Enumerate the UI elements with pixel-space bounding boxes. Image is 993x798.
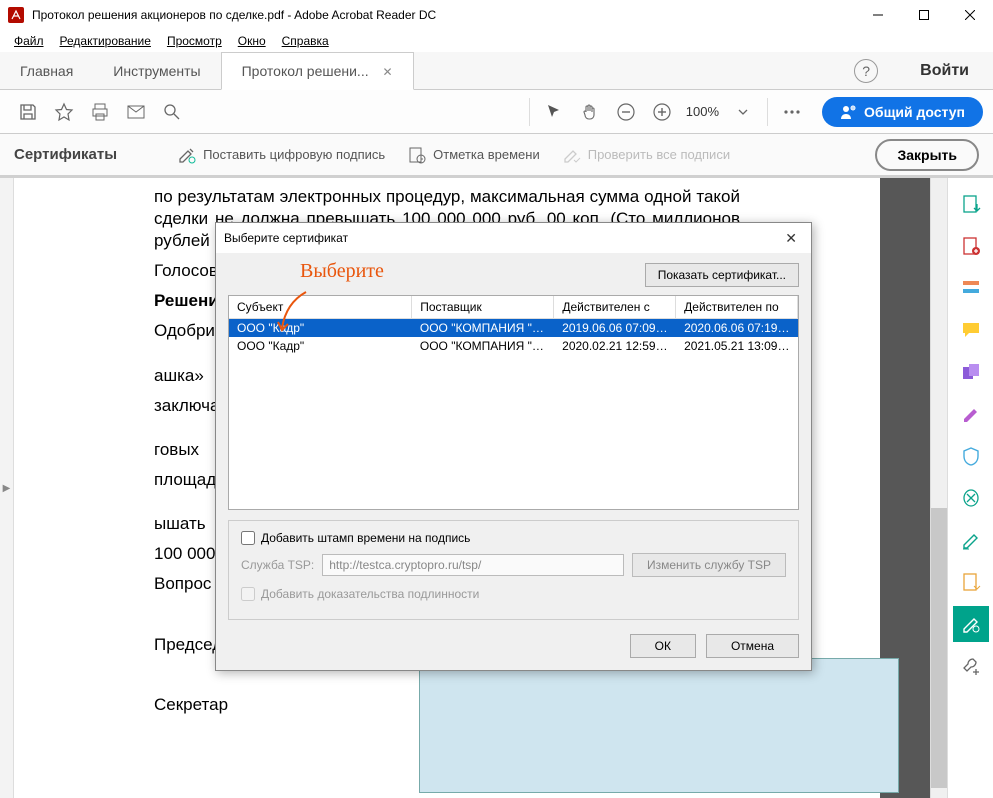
signature-placement-box[interactable] — [419, 658, 899, 793]
zoom-level[interactable]: 100% — [686, 104, 719, 119]
sign-icon[interactable] — [953, 522, 989, 558]
timestamp-icon — [407, 145, 427, 165]
left-panel-toggle[interactable]: ▶ — [0, 178, 14, 798]
cancel-button[interactable]: Отмена — [706, 634, 799, 658]
window-title-bar: Протокол решения акционеров по сделке.pd… — [0, 0, 993, 30]
select-certificate-dialog: Выберите сертификат ✕ Показать сертифика… — [215, 222, 812, 671]
zoom-in-icon[interactable] — [644, 94, 680, 130]
help-icon[interactable]: ? — [854, 59, 878, 83]
mail-icon[interactable] — [118, 94, 154, 130]
tsp-group: Добавить штамп времени на подпись Служба… — [228, 520, 799, 620]
col-valid-from[interactable]: Действителен с — [554, 296, 676, 319]
certificate-row[interactable]: ООО "Кадр" ООО "КОМПАНИЯ "ТЕН... 2020.02… — [229, 337, 798, 355]
send-sign-icon[interactable] — [953, 564, 989, 600]
zoom-out-icon[interactable] — [608, 94, 644, 130]
ok-button[interactable]: ОК — [630, 634, 696, 658]
col-subject[interactable]: Субъект — [229, 296, 412, 319]
col-valid-to[interactable]: Действителен по — [676, 296, 798, 319]
show-certificate-button[interactable]: Показать сертификат... — [645, 263, 799, 287]
certificates-tool-icon[interactable] — [953, 606, 989, 642]
zoom-dropdown-icon[interactable] — [725, 94, 761, 130]
timestamp-button[interactable]: Отметка времени — [407, 145, 540, 165]
pen-sign-icon — [177, 145, 197, 165]
vertical-scrollbar[interactable] — [930, 178, 947, 798]
menu-view[interactable]: Просмотр — [159, 32, 230, 50]
menu-bar: Файл Редактирование Просмотр Окно Справк… — [0, 30, 993, 52]
change-tsp-button: Изменить службу TSP — [632, 553, 786, 577]
add-proof-checkbox — [241, 587, 255, 601]
tab-close-icon[interactable]: ✕ — [382, 65, 392, 79]
tab-tools[interactable]: Инструменты — [93, 53, 220, 89]
search-icon[interactable] — [154, 94, 190, 130]
select-tool-icon[interactable] — [536, 94, 572, 130]
menu-help[interactable]: Справка — [274, 32, 337, 50]
window-title: Протокол решения акционеров по сделке.pd… — [32, 8, 855, 22]
add-proof-label: Добавить доказательства подлинности — [261, 587, 479, 601]
print-icon[interactable] — [82, 94, 118, 130]
edit-pdf-icon[interactable] — [953, 270, 989, 306]
fill-sign-icon[interactable] — [953, 396, 989, 432]
verify-signatures-button: Проверить все подписи — [562, 145, 730, 165]
save-icon[interactable] — [10, 94, 46, 130]
window-controls — [855, 0, 993, 30]
share-button[interactable]: Общий доступ — [822, 97, 983, 127]
right-tool-rail — [947, 178, 993, 798]
certificates-title: Сертификаты — [14, 146, 117, 163]
star-icon[interactable] — [46, 94, 82, 130]
col-issuer[interactable]: Поставщик — [412, 296, 554, 319]
tab-bar: Главная Инструменты Протокол решени... ✕… — [0, 52, 993, 90]
maximize-button[interactable] — [901, 0, 947, 30]
more-tools-icon[interactable] — [774, 94, 810, 130]
pen-check-icon — [562, 145, 582, 165]
tab-document-label: Протокол решени... — [242, 63, 369, 79]
menu-edit[interactable]: Редактирование — [52, 32, 159, 50]
certificates-table: Субъект Поставщик Действителен с Действи… — [228, 295, 799, 510]
share-button-label: Общий доступ — [864, 104, 965, 120]
signin-button[interactable]: Войти — [896, 62, 993, 80]
digital-sign-button[interactable]: Поставить цифровую подпись — [177, 145, 385, 165]
certificates-bar: Сертификаты Поставить цифровую подпись О… — [0, 134, 993, 178]
create-pdf-icon[interactable] — [953, 228, 989, 264]
tsp-service-label: Служба TSP: — [241, 558, 314, 572]
tab-home[interactable]: Главная — [0, 53, 93, 89]
chevron-right-icon: ▶ — [3, 483, 11, 494]
menu-window[interactable]: Окно — [230, 32, 274, 50]
hand-tool-icon[interactable] — [572, 94, 608, 130]
combine-icon[interactable] — [953, 354, 989, 390]
dialog-title: Выберите сертификат — [224, 231, 348, 245]
add-timestamp-label: Добавить штамп времени на подпись — [261, 531, 470, 545]
export-pdf-icon[interactable] — [953, 186, 989, 222]
close-window-button[interactable] — [947, 0, 993, 30]
certificate-row[interactable]: ООО "Кадр" ООО "КОМПАНИЯ "ТЕН... 2019.06… — [229, 319, 798, 337]
comment-icon[interactable] — [953, 312, 989, 348]
acrobat-logo-icon — [8, 7, 24, 23]
tab-document[interactable]: Протокол решени... ✕ — [221, 52, 414, 90]
scrollbar-thumb[interactable] — [931, 508, 947, 788]
share-person-icon — [840, 104, 856, 120]
minimize-button[interactable] — [855, 0, 901, 30]
menu-file[interactable]: Файл — [6, 32, 52, 50]
dialog-title-bar[interactable]: Выберите сертификат ✕ — [216, 223, 811, 253]
protect-icon[interactable] — [953, 438, 989, 474]
compress-icon[interactable] — [953, 480, 989, 516]
main-toolbar: 100% Общий доступ — [0, 90, 993, 134]
more-tools-rail-icon[interactable] — [953, 648, 989, 684]
dialog-close-icon[interactable]: ✕ — [779, 230, 803, 247]
add-timestamp-checkbox[interactable] — [241, 531, 255, 545]
close-certificates-button[interactable]: Закрыть — [875, 139, 979, 171]
tsp-url-input — [322, 554, 624, 576]
